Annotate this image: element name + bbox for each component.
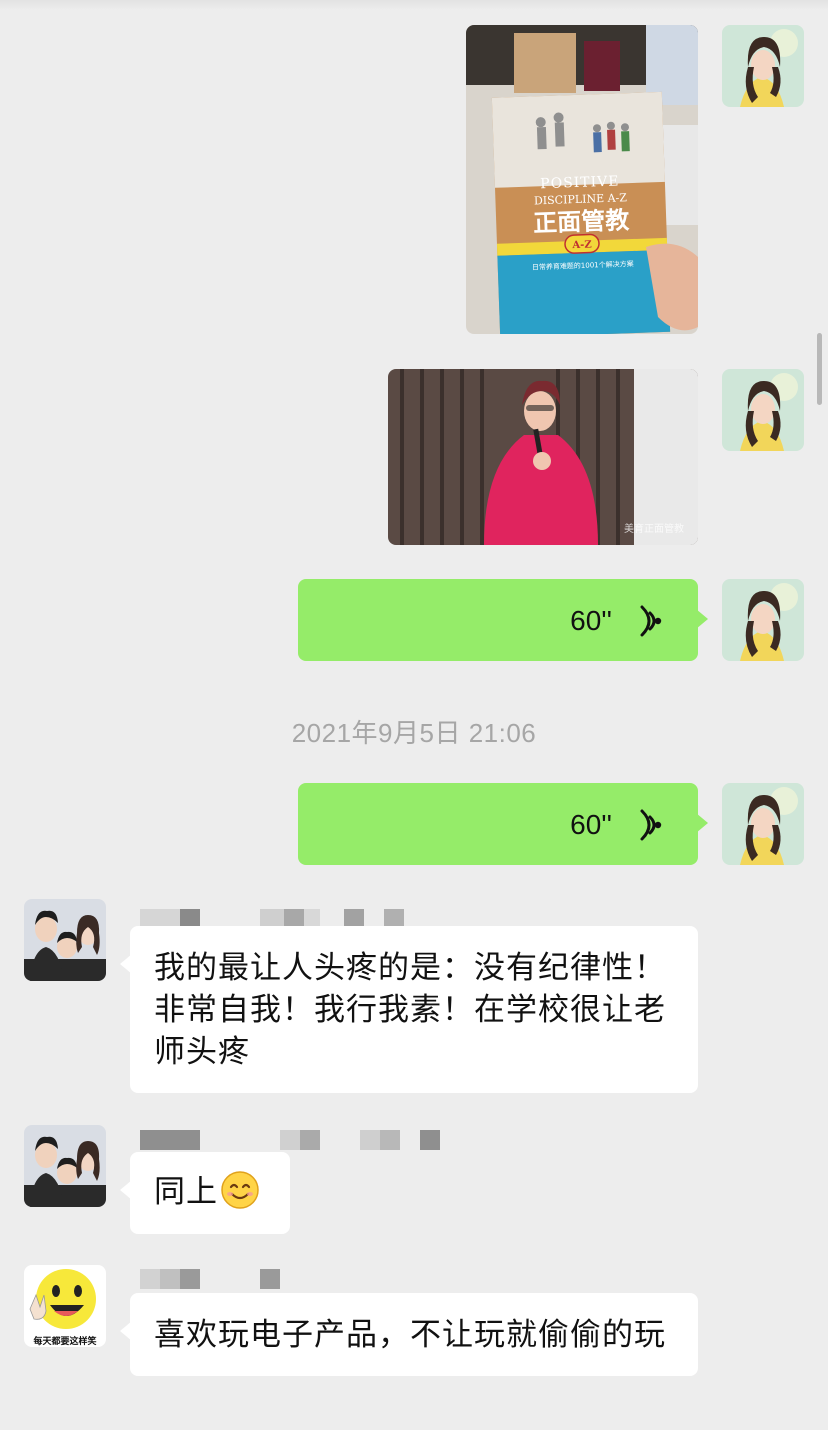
book-cover-line1: POSITIVE bbox=[540, 173, 620, 192]
image-message-book[interactable]: POSITIVE DISCIPLINE A-Z 正面管教 A-Z 日常养育难题的… bbox=[466, 25, 698, 334]
book-cover-title: 正面管教 bbox=[533, 206, 631, 237]
sender-nickname-mosaic bbox=[140, 1269, 280, 1289]
voice-duration: 60'' bbox=[570, 809, 612, 840]
image-message-speaker[interactable]: 美育正面管教 bbox=[388, 369, 698, 545]
text-message[interactable]: 同上 bbox=[120, 1152, 290, 1234]
avatar-self[interactable] bbox=[722, 369, 804, 451]
text-message[interactable]: 喜欢玩电子产品，不让玩就偷偷的玩 bbox=[120, 1293, 698, 1376]
book-cover-badge: A-Z bbox=[571, 239, 592, 251]
voice-wave-icon bbox=[636, 604, 662, 638]
avatar-self[interactable] bbox=[722, 579, 804, 661]
message-text: 我的最让人头疼的是：没有纪律性！非常自我！我行我素！在学校很让老师头疼 bbox=[154, 950, 666, 1070]
avatar-self[interactable] bbox=[722, 25, 804, 107]
avatar-smiley[interactable]: 每天都要这样笑 bbox=[24, 1265, 106, 1347]
message-text: 喜欢玩电子产品，不让玩就偷偷的玩 bbox=[154, 1317, 666, 1353]
voice-wave-icon bbox=[636, 808, 662, 842]
voice-message[interactable]: 60'' bbox=[298, 579, 708, 661]
avatar-caption: 每天都要这样笑 bbox=[33, 1335, 96, 1347]
top-divider bbox=[0, 0, 828, 10]
sender-nickname-mosaic bbox=[140, 1130, 440, 1150]
avatar-self[interactable] bbox=[722, 783, 804, 865]
image-watermark: 美育正面管教 bbox=[624, 522, 684, 535]
voice-message[interactable]: 60'' bbox=[298, 783, 708, 865]
voice-duration: 60'' bbox=[570, 605, 612, 636]
chat-timestamp: 2021年9月5日 21:06 bbox=[291, 718, 537, 748]
text-message[interactable]: 我的最让人头疼的是：没有纪律性！非常自我！我行我素！在学校很让老师头疼 bbox=[120, 926, 698, 1093]
message-text: 同上 bbox=[154, 1174, 218, 1210]
avatar-family[interactable] bbox=[24, 1125, 106, 1207]
smile-emoji-icon bbox=[220, 1170, 260, 1210]
avatar-family[interactable] bbox=[24, 899, 106, 981]
scrollbar[interactable] bbox=[817, 333, 822, 405]
